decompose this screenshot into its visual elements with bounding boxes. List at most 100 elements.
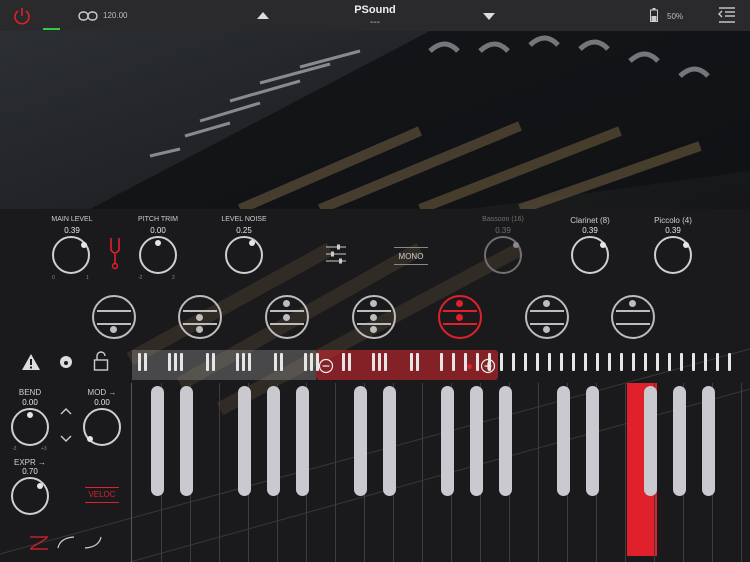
black-key[interactable] [702, 386, 715, 496]
power-icon[interactable] [12, 6, 32, 26]
mini-key [620, 353, 623, 371]
bend-label: BEND [18, 388, 42, 397]
mono-toggle[interactable]: MONO [394, 252, 428, 261]
register-switch-1[interactable] [92, 295, 136, 339]
mini-key [728, 353, 731, 371]
mini-key [464, 353, 467, 371]
black-key[interactable] [644, 386, 657, 496]
clarinet-label: Clarinet (8) [570, 216, 610, 225]
bassoon-value: 0.39 [495, 226, 511, 235]
black-key[interactable] [383, 386, 396, 496]
mono-bottom-rule [394, 264, 428, 265]
plus-icon[interactable] [480, 358, 496, 374]
mini-keyboard[interactable] [132, 350, 750, 380]
chevron-down-icon[interactable] [60, 435, 72, 443]
mono-top-rule [394, 247, 428, 248]
black-key[interactable] [441, 386, 454, 496]
mixer-icon[interactable] [325, 243, 347, 265]
warning-icon[interactable] [21, 353, 41, 371]
mini-key [500, 353, 503, 371]
battery-icon [650, 8, 658, 22]
black-key[interactable] [557, 386, 570, 496]
instrument-image [0, 31, 750, 209]
register-switch-5[interactable] [438, 295, 482, 339]
clarinet-knob[interactable] [571, 236, 609, 274]
tuning-fork-icon[interactable] [108, 236, 122, 270]
log-curve-icon[interactable] [57, 535, 75, 549]
black-key[interactable] [296, 386, 309, 496]
mini-key [342, 353, 345, 371]
pitch-trim-min: -2 [138, 275, 143, 281]
black-key[interactable] [238, 386, 251, 496]
link-icon[interactable] [78, 10, 98, 22]
mini-key [310, 353, 313, 371]
mini-key [348, 353, 351, 371]
black-key[interactable] [586, 386, 599, 496]
black-key[interactable] [354, 386, 367, 496]
keyboard[interactable] [132, 383, 750, 562]
bend-value: 0.00 [22, 398, 38, 407]
pitch-trim-label: PITCH TRIM [138, 216, 178, 223]
black-key[interactable] [499, 386, 512, 496]
mini-key [304, 353, 307, 371]
mini-key [524, 353, 527, 371]
black-key[interactable] [673, 386, 686, 496]
mini-key [180, 353, 183, 371]
piccolo-knob[interactable] [654, 236, 692, 274]
arrow-down-icon[interactable] [482, 12, 496, 21]
mini-key [144, 353, 147, 371]
bassoon-knob[interactable] [484, 236, 522, 274]
mini-key [236, 353, 239, 371]
minus-icon[interactable] [318, 358, 334, 374]
black-key[interactable] [267, 386, 280, 496]
arrow-up-icon[interactable] [256, 11, 270, 20]
black-key[interactable] [151, 386, 164, 496]
mini-key [440, 353, 443, 371]
main-level-label: MAIN LEVEL [51, 216, 93, 223]
veloc-toggle[interactable]: VELOC [85, 490, 119, 499]
mini-key [560, 353, 563, 371]
preset-name[interactable]: PSound [320, 4, 430, 16]
register-switch-4[interactable] [352, 295, 396, 339]
mini-key [174, 353, 177, 371]
mini-key [452, 353, 455, 371]
mini-key [668, 353, 671, 371]
pitch-trim-max: 2 [172, 275, 175, 281]
bend-knob[interactable] [11, 408, 49, 446]
register-switch-2[interactable] [178, 295, 222, 339]
veloc-bottom-rule [85, 502, 119, 503]
level-noise-value: 0.25 [236, 226, 252, 235]
mini-key [280, 353, 283, 371]
pitch-trim-knob[interactable] [139, 236, 177, 274]
exp-curve-icon[interactable] [84, 535, 102, 549]
dot-circle-icon[interactable] [59, 355, 73, 369]
black-key[interactable] [180, 386, 193, 496]
lock-icon[interactable] [93, 351, 109, 371]
midi-activity-indicator [43, 28, 60, 30]
mini-key [168, 353, 171, 371]
linear-curve-icon[interactable] [29, 535, 49, 551]
register-switch-3[interactable] [265, 295, 309, 339]
chevron-up-icon[interactable] [60, 407, 72, 415]
white-key-divider [335, 383, 336, 562]
piccolo-value: 0.39 [665, 226, 681, 235]
expr-knob[interactable] [11, 477, 49, 515]
mini-key [274, 353, 277, 371]
mini-key [548, 353, 551, 371]
level-noise-knob[interactable] [225, 236, 263, 274]
black-key[interactable] [470, 386, 483, 496]
piccolo-label: Piccolo (4) [654, 216, 692, 225]
menu-icon[interactable] [718, 7, 736, 23]
register-switch-6[interactable] [525, 295, 569, 339]
tempo-value[interactable]: 120.00 [103, 11, 127, 20]
expr-label: EXPR → [13, 458, 46, 467]
main-level-knob[interactable] [52, 236, 90, 274]
mod-knob[interactable] [83, 408, 121, 446]
mod-value: 0.00 [94, 398, 110, 407]
white-key-divider [219, 383, 220, 562]
register-switch-7[interactable] [611, 295, 655, 339]
white-key-divider [625, 383, 626, 562]
mini-key [384, 353, 387, 371]
veloc-top-rule [85, 487, 119, 488]
expr-value: 0.70 [22, 467, 38, 476]
